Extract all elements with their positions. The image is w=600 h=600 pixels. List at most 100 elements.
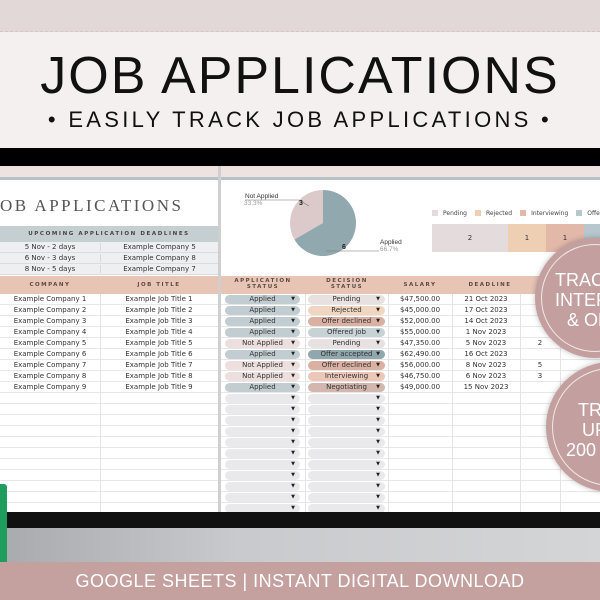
triangle-down-icon[interactable]: ▼ <box>291 394 295 403</box>
legend-item[interactable]: Offered <box>576 210 600 217</box>
decision-status-dropdown[interactable]: ▼ <box>308 416 385 425</box>
table-row[interactable]: ▼ ▼ <box>0 448 600 459</box>
triangle-down-icon[interactable]: ▼ <box>291 306 295 315</box>
application-status-dropdown[interactable]: ▼ <box>225 471 300 480</box>
application-status-dropdown[interactable]: Applied ▼ <box>225 306 300 315</box>
triangle-down-icon[interactable]: ▼ <box>291 438 295 447</box>
cell-salary[interactable]: $45,000.00 <box>388 306 452 314</box>
triangle-down-icon[interactable]: ▼ <box>376 493 380 502</box>
application-status-dropdown[interactable]: Not Applied ▼ <box>225 361 300 370</box>
cell-salary[interactable]: $62,490.00 <box>388 350 452 358</box>
table-row[interactable]: ▼ ▼ <box>0 393 600 404</box>
triangle-down-icon[interactable]: ▼ <box>376 328 380 337</box>
cell-deadline[interactable]: 21 Oct 2023 <box>452 295 520 303</box>
table-row[interactable]: Example Company 5 Example Job Title 5 $47,… <box>0 338 600 349</box>
decision-status-dropdown[interactable]: ▼ <box>308 460 385 469</box>
cell-deadline[interactable]: 8 Nov 2023 <box>452 361 520 369</box>
cell-deadline[interactable]: 17 Oct 2023 <box>452 306 520 314</box>
cell-salary[interactable]: $47,500.00 <box>388 295 452 303</box>
cell-salary[interactable]: $49,000.00 <box>388 383 452 391</box>
legend-item[interactable]: Interviewing <box>520 210 568 217</box>
application-status-dropdown[interactable]: ▼ <box>225 405 300 414</box>
decision-status-dropdown[interactable]: Offer accepted ▼ <box>308 350 385 359</box>
cell-deadline[interactable]: 6 Nov 2023 <box>452 372 520 380</box>
cell-deadline[interactable]: 15 Nov 2023 <box>452 383 520 391</box>
triangle-down-icon[interactable]: ▼ <box>376 504 380 512</box>
application-status-dropdown[interactable]: ▼ <box>225 427 300 436</box>
cell-company[interactable]: Example Company 3 <box>0 317 100 325</box>
col-application-status[interactable]: APPLICATION STATUS <box>232 278 294 290</box>
triangle-down-icon[interactable]: ▼ <box>291 471 295 480</box>
decision-status-dropdown[interactable]: Offer declined ▼ <box>308 317 385 326</box>
application-status-dropdown[interactable]: Applied ▼ <box>225 328 300 337</box>
table-row[interactable]: Example Company 3 Example Job Title 3 $52,… <box>0 316 600 327</box>
application-status-dropdown[interactable]: ▼ <box>225 438 300 447</box>
triangle-down-icon[interactable]: ▼ <box>376 361 380 370</box>
table-row[interactable]: ▼ ▼ <box>0 470 600 481</box>
col-salary[interactable]: SALARY <box>393 282 447 288</box>
cell-job-title[interactable]: Example Job Title 2 <box>100 306 218 314</box>
cell-company[interactable]: Example Company 9 <box>0 383 100 391</box>
cell-job-title[interactable]: Example Job Title 3 <box>100 317 218 325</box>
triangle-down-icon[interactable]: ▼ <box>291 361 295 370</box>
application-status-dropdown[interactable]: ▼ <box>225 460 300 469</box>
table-row[interactable]: ▼ ▼ <box>0 492 600 503</box>
cell-company[interactable]: Example Company 1 <box>0 295 100 303</box>
triangle-down-icon[interactable]: ▼ <box>376 449 380 458</box>
triangle-down-icon[interactable]: ▼ <box>376 317 380 326</box>
cell-deadline[interactable]: 14 Oct 2023 <box>452 317 520 325</box>
cell-salary[interactable]: $55,000.00 <box>388 328 452 336</box>
application-status-dropdown[interactable]: Applied ▼ <box>225 350 300 359</box>
cell-salary[interactable]: $52,000.00 <box>388 317 452 325</box>
triangle-down-icon[interactable]: ▼ <box>376 394 380 403</box>
cell-salary[interactable]: $46,750.00 <box>388 372 452 380</box>
triangle-down-icon[interactable]: ▼ <box>291 405 295 414</box>
decision-status-dropdown[interactable]: ▼ <box>308 405 385 414</box>
triangle-down-icon[interactable]: ▼ <box>291 350 295 359</box>
decision-status-dropdown[interactable]: ▼ <box>308 504 385 512</box>
cell-days[interactable]: 3 <box>520 372 560 380</box>
triangle-down-icon[interactable]: ▼ <box>376 339 380 348</box>
deadline-row[interactable]: 5 Nov - 2 days Example Company 5 <box>0 242 218 253</box>
decision-status-dropdown[interactable]: ▼ <box>308 438 385 447</box>
bar-segment[interactable]: 1 <box>508 224 546 252</box>
triangle-down-icon[interactable]: ▼ <box>376 416 380 425</box>
cell-company[interactable]: Example Company 4 <box>0 328 100 336</box>
cell-deadline[interactable]: 16 Oct 2023 <box>452 350 520 358</box>
triangle-down-icon[interactable]: ▼ <box>291 493 295 502</box>
triangle-down-icon[interactable]: ▼ <box>291 295 295 304</box>
triangle-down-icon[interactable]: ▼ <box>291 317 295 326</box>
application-status-dropdown[interactable]: ▼ <box>225 449 300 458</box>
deadline-row[interactable]: 6 Nov - 3 days Example Company 8 <box>0 253 218 264</box>
decision-status-dropdown[interactable]: ▼ <box>308 394 385 403</box>
application-status-dropdown[interactable]: ▼ <box>225 482 300 491</box>
decision-status-dropdown[interactable]: ▼ <box>308 493 385 502</box>
triangle-down-icon[interactable]: ▼ <box>291 372 295 381</box>
decision-status-dropdown[interactable]: ▼ <box>308 482 385 491</box>
triangle-down-icon[interactable]: ▼ <box>291 427 295 436</box>
col-company[interactable]: COMPANY <box>0 282 100 288</box>
decision-status-dropdown[interactable]: Rejected ▼ <box>308 306 385 315</box>
cell-job-title[interactable]: Example Job Title 9 <box>100 383 218 391</box>
table-row[interactable]: Example Company 6 Example Job Title 6 $62,… <box>0 349 600 360</box>
decision-status-dropdown[interactable]: ▼ <box>308 449 385 458</box>
decision-status-dropdown[interactable]: Interviewing ▼ <box>308 372 385 381</box>
triangle-down-icon[interactable]: ▼ <box>291 416 295 425</box>
col-deadline[interactable]: DEADLINE <box>455 282 525 288</box>
table-row[interactable]: Example Company 2 Example Job Title 2 $45,… <box>0 305 600 316</box>
application-status-dropdown[interactable]: Not Applied ▼ <box>225 372 300 381</box>
table-row[interactable]: ▼ ▼ <box>0 481 600 492</box>
cell-job-title[interactable]: Example Job Title 8 <box>100 372 218 380</box>
cell-salary[interactable]: $56,000.00 <box>388 361 452 369</box>
legend-item[interactable]: Pending <box>432 210 467 217</box>
application-status-dropdown[interactable]: ▼ <box>225 394 300 403</box>
application-status-dropdown[interactable]: ▼ <box>225 504 300 512</box>
triangle-down-icon[interactable]: ▼ <box>291 449 295 458</box>
decision-status-dropdown[interactable]: Offer declined ▼ <box>308 361 385 370</box>
legend-item[interactable]: Rejected <box>475 210 512 217</box>
triangle-down-icon[interactable]: ▼ <box>376 295 380 304</box>
application-status-dropdown[interactable]: Applied ▼ <box>225 295 300 304</box>
cell-deadline[interactable]: 5 Nov 2023 <box>452 339 520 347</box>
triangle-down-icon[interactable]: ▼ <box>376 471 380 480</box>
cell-company[interactable]: Example Company 2 <box>0 306 100 314</box>
